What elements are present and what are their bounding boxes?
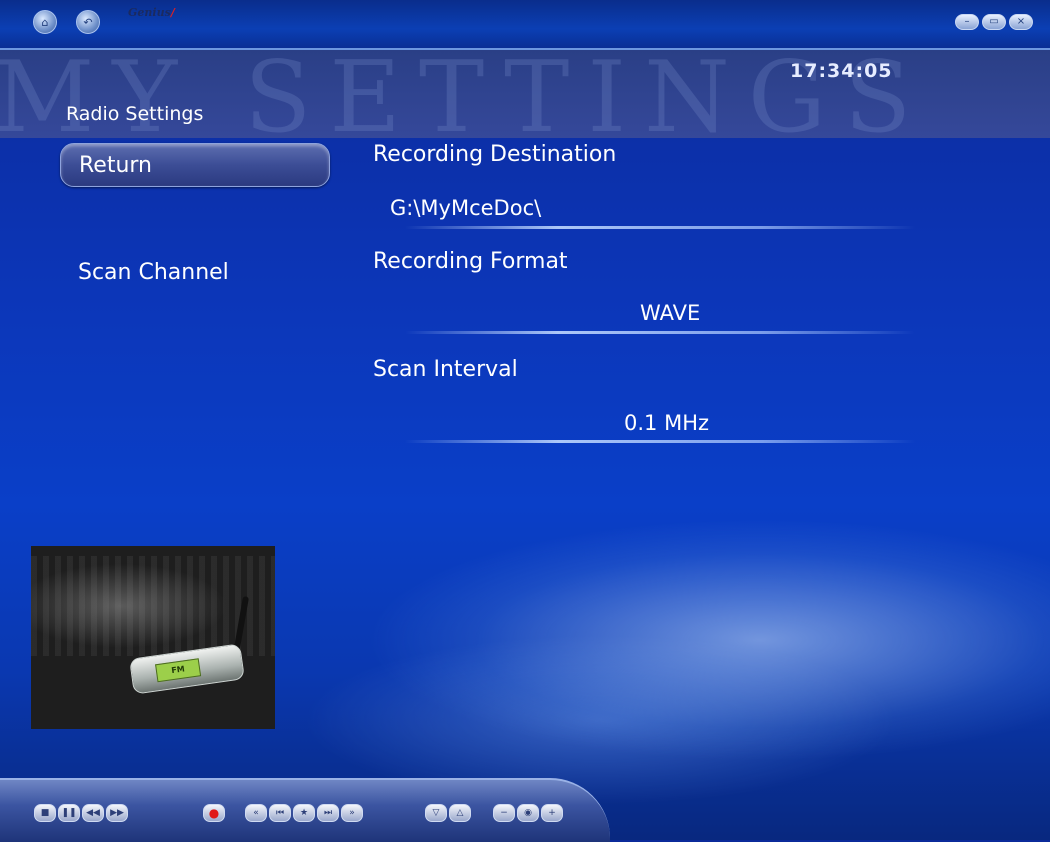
next-icon[interactable]: ⏭ <box>317 804 339 822</box>
close-icon[interactable]: × <box>1009 14 1033 30</box>
clock: 17:34:05 <box>790 60 893 82</box>
skip-back-icon[interactable]: « <box>245 804 267 822</box>
transport-bar: ■ ❚❚ ◀◀ ▶▶ ● « ⏮ ★ ⏭ » ▽ △ − ◉ + <box>0 778 610 842</box>
volume-up-icon[interactable]: + <box>541 804 563 822</box>
return-label: Return <box>79 152 153 178</box>
recording-format-value[interactable]: WAVE <box>640 301 700 325</box>
return-button[interactable]: Return <box>60 143 330 187</box>
channel-up-icon[interactable]: △ <box>449 804 471 822</box>
home-icon[interactable]: ⌂ <box>33 10 57 34</box>
skip-forward-icon[interactable]: » <box>341 804 363 822</box>
brand-logo: Genius/ <box>128 6 175 19</box>
favorite-icon[interactable]: ★ <box>293 804 315 822</box>
separator <box>405 331 915 334</box>
rewind-icon[interactable]: ◀◀ <box>82 804 104 822</box>
minimize-icon[interactable]: – <box>955 14 979 30</box>
device-display: FM <box>155 658 202 683</box>
window-titlebar: ⌂ ↶ Genius/ – ▭ × <box>0 0 1050 50</box>
previous-icon[interactable]: ⏮ <box>269 804 291 822</box>
maximize-icon[interactable]: ▭ <box>982 14 1006 30</box>
recording-destination-value[interactable]: G:\MyMceDoc\ <box>390 196 541 220</box>
separator <box>405 440 915 443</box>
mute-icon[interactable]: ◉ <box>517 804 539 822</box>
recording-destination-label: Recording Destination <box>373 142 617 167</box>
back-icon[interactable]: ↶ <box>76 10 100 34</box>
pause-icon[interactable]: ❚❚ <box>58 804 80 822</box>
volume-down-icon[interactable]: − <box>493 804 515 822</box>
fast-forward-icon[interactable]: ▶▶ <box>106 804 128 822</box>
scan-channel-label: Scan Channel <box>78 259 229 285</box>
scan-channel-button[interactable]: Scan Channel <box>60 250 330 294</box>
page-title: Radio Settings <box>66 103 204 125</box>
channel-down-icon[interactable]: ▽ <box>425 804 447 822</box>
radio-device-image: FM <box>31 546 275 729</box>
record-icon[interactable]: ● <box>203 804 225 822</box>
recording-format-label: Recording Format <box>373 249 568 274</box>
scan-interval-value[interactable]: 0.1 MHz <box>624 411 709 435</box>
stop-icon[interactable]: ■ <box>34 804 56 822</box>
separator <box>405 226 915 229</box>
scan-interval-label: Scan Interval <box>373 357 518 382</box>
